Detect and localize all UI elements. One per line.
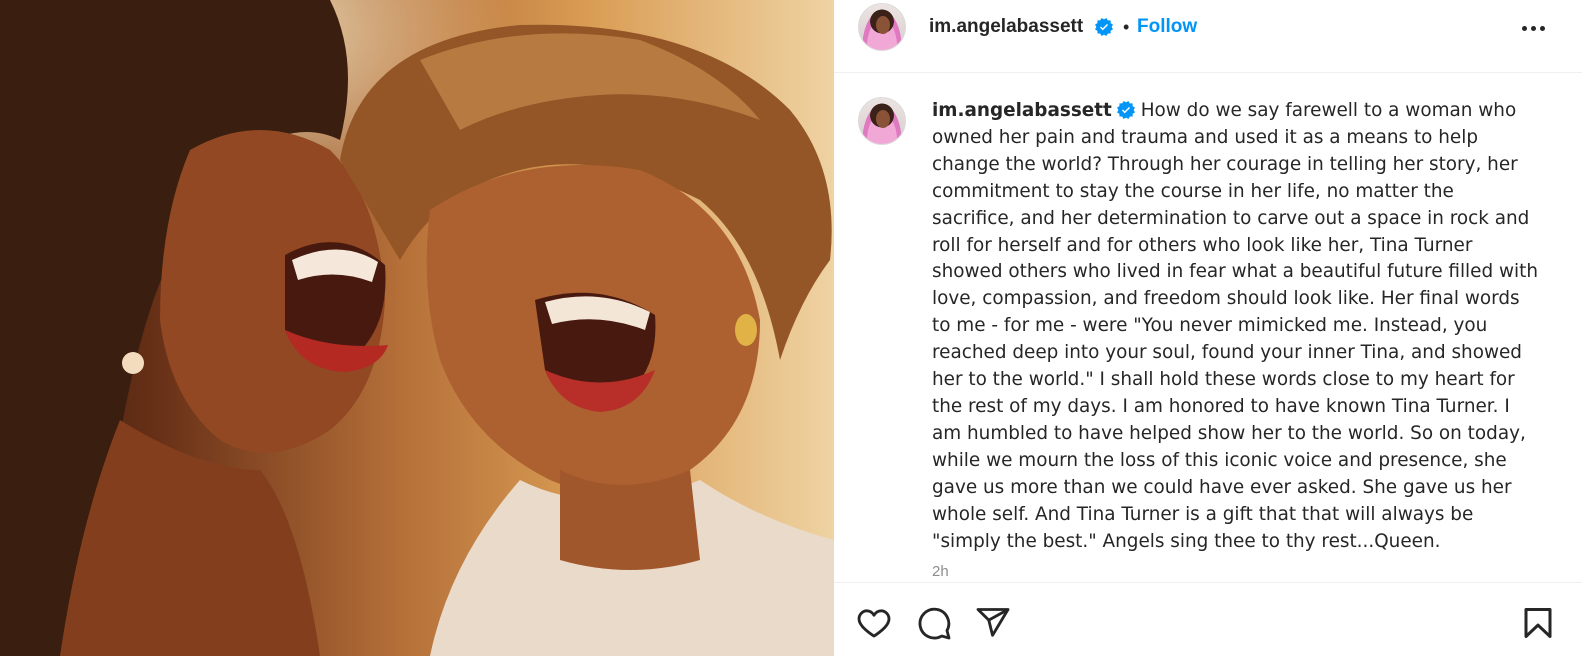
caption-username[interactable]: im.angelabassett (932, 100, 1112, 121)
caption-text: How do we say farewell to a woman who ow… (932, 100, 1539, 552)
post-caption: im.angelabassett How do we say farewell … (932, 98, 1542, 555)
more-options-icon[interactable] (1522, 16, 1550, 40)
caption-section: im.angelabassett How do we say farewell … (834, 74, 1582, 582)
verified-badge-icon (1116, 101, 1135, 119)
separator-dot: • (1123, 17, 1130, 37)
post-photo[interactable] (0, 0, 834, 656)
follow-button[interactable]: Follow (1137, 16, 1197, 38)
post-header: im.angelabassett • Follow (834, 0, 1582, 73)
heart-icon[interactable] (856, 605, 892, 641)
action-bar (834, 582, 1582, 656)
post-detail-panel: im.angelabassett • Follow im.angelabasse… (834, 0, 1582, 656)
profile-avatar[interactable] (858, 3, 906, 51)
header-username[interactable]: im.angelabassett (929, 16, 1083, 38)
comment-bubble-icon[interactable] (916, 605, 952, 641)
verified-badge-icon (1095, 18, 1113, 36)
bookmark-icon[interactable] (1520, 605, 1556, 641)
paper-plane-icon[interactable] (975, 605, 1011, 641)
post-timestamp[interactable]: 2h (932, 563, 949, 580)
caption-avatar[interactable] (858, 97, 906, 145)
photo-illustration (0, 0, 834, 656)
